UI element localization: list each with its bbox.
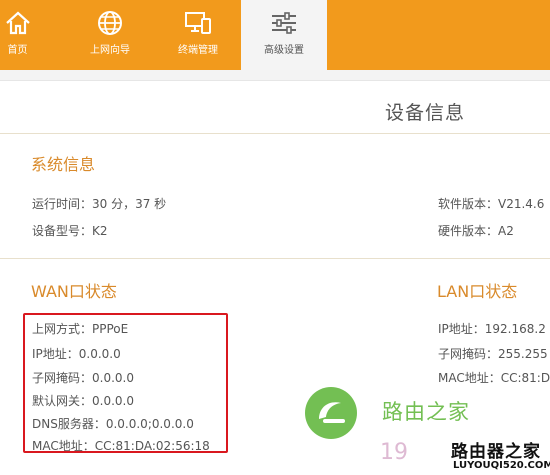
hardware-version-value: 硬件版本：A2 xyxy=(438,224,514,238)
wan-ip-address: IP地址：0.0.0.0 xyxy=(32,347,121,361)
globe-icon xyxy=(96,9,124,40)
watermark-number: 19 xyxy=(380,440,408,465)
nav-item-advanced-settings[interactable]: 高级设置 xyxy=(241,0,327,70)
watermark-brand: 路由之家 xyxy=(382,400,470,424)
watermark-badge: 路由器之家 LUYOUQI520.COM xyxy=(447,436,550,474)
uptime-value: 运行时间：30 分，37 秒 xyxy=(32,197,167,211)
nav-item-setup-wizard[interactable]: 上网向导 xyxy=(70,0,150,70)
lan-subnet-mask: 子网掩码：255.255 xyxy=(438,347,548,361)
lan-mac-address: MAC地址：CC:81:D xyxy=(438,371,550,385)
sliders-icon xyxy=(269,9,299,40)
watermark-badge-title: 路由器之家 xyxy=(451,442,541,462)
wan-status-title: WAN口状态 xyxy=(31,282,117,301)
lan-status-title: LAN口状态 xyxy=(437,282,518,301)
page-title: 设备信息 xyxy=(385,102,466,124)
divider xyxy=(0,258,550,259)
divider xyxy=(0,133,550,134)
wan-connection-type: 上网方式：PPPoE xyxy=(32,322,129,336)
nav-item-device-management[interactable]: 终端管理 xyxy=(158,0,238,70)
lan-ip-address: IP地址：192.168.2 xyxy=(438,322,546,336)
top-navigation: 首页 上网向导 终端管理 高级设置 xyxy=(0,0,550,70)
devices-icon xyxy=(183,9,213,40)
wan-mac-address: MAC地址：CC:81:DA:02:56:18 xyxy=(32,439,210,453)
software-version-value: 软件版本：V21.4.6 xyxy=(438,197,545,211)
device-model-value: 设备型号：K2 xyxy=(32,224,108,238)
nav-label-advanced-settings: 高级设置 xyxy=(264,45,304,56)
nav-label-setup-wizard: 上网向导 xyxy=(90,45,130,56)
wan-dns-server: DNS服务器：0.0.0.0;0.0.0.0 xyxy=(32,417,194,431)
wan-default-gateway: 默认网关：0.0.0.0 xyxy=(32,394,134,408)
watermark-logo-icon xyxy=(305,387,357,439)
home-icon xyxy=(4,9,32,40)
wan-subnet-mask: 子网掩码：0.0.0.0 xyxy=(32,371,134,385)
system-info-title: 系统信息 xyxy=(31,155,96,174)
nav-shadow xyxy=(0,70,550,81)
nav-label-device-management: 终端管理 xyxy=(178,45,218,56)
nav-label-home: 首页 xyxy=(7,45,28,56)
nav-item-home[interactable]: 首页 xyxy=(0,0,35,70)
watermark-badge-url: LUYOUQI520.COM xyxy=(453,460,550,471)
